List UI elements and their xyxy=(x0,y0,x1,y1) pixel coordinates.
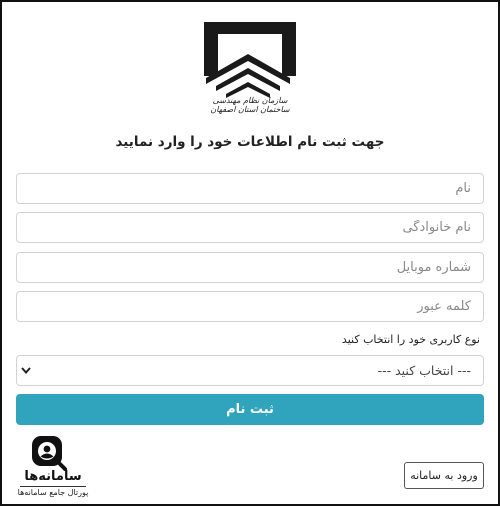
user-type-label: نوع کاربری خود را انتخاب کنید xyxy=(341,333,480,346)
watermark-subtitle: پورتال جامع سامانه‌ها xyxy=(17,488,89,497)
user-search-icon xyxy=(32,436,67,471)
mobile-input[interactable] xyxy=(16,252,484,283)
last-name-input[interactable] xyxy=(16,212,484,243)
login-button[interactable]: ورود به سامانه xyxy=(404,462,484,489)
password-input[interactable] xyxy=(16,291,484,322)
register-button[interactable]: ثبت نام xyxy=(16,394,484,425)
first-name-input[interactable] xyxy=(16,173,484,204)
watermark-name: سامانه‌ها xyxy=(24,469,82,484)
logo-caption: سازمان نظام مهندسی ساختمان استان اصفهان xyxy=(210,96,290,114)
user-type-selected-value: --- انتخاب کنید --- xyxy=(377,363,471,378)
user-type-select[interactable]: --- انتخاب کنید --- xyxy=(16,355,484,386)
registration-page: سازمان نظام مهندسی ساختمان استان اصفهان … xyxy=(0,0,500,506)
chevron-down-icon xyxy=(21,367,31,375)
watermark-divider xyxy=(20,486,86,487)
page-title: جهت ثبت نام اطلاعات خود را وارد نمایید xyxy=(115,134,385,150)
